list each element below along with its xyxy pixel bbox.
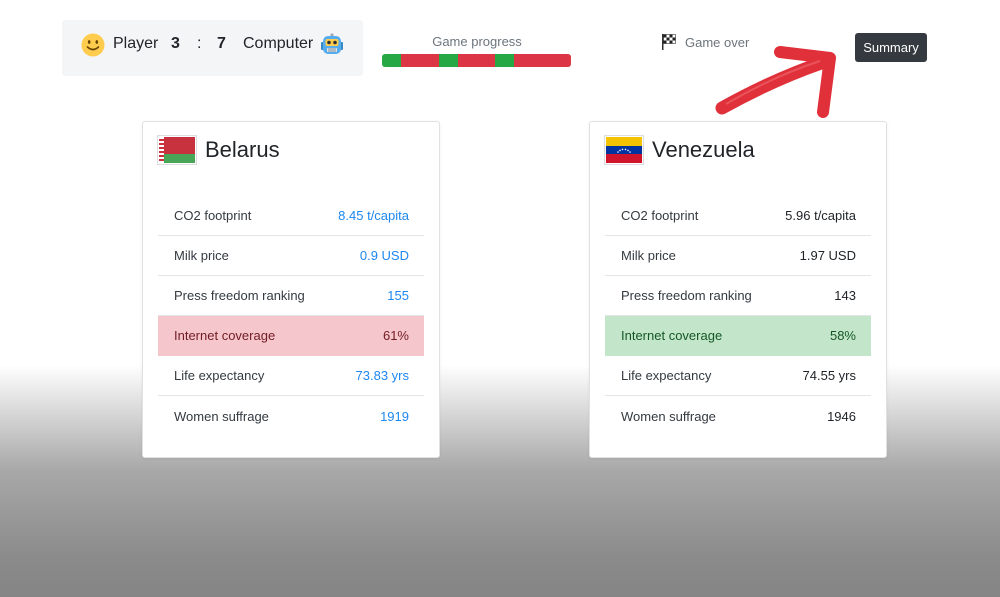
stat-value: 5.96 t/capita bbox=[785, 208, 856, 223]
stat-label: Milk price bbox=[621, 248, 676, 263]
stat-value: 155 bbox=[387, 288, 409, 303]
stat-row-life-expectancy: Life expectancy 74.55 yrs bbox=[605, 356, 871, 396]
stat-value: 58% bbox=[829, 328, 856, 343]
progress-segment-red bbox=[419, 54, 439, 67]
stat-value: 74.55 yrs bbox=[802, 368, 856, 383]
progress-segment-red bbox=[476, 54, 496, 67]
country-name: Venezuela bbox=[652, 137, 755, 162]
stat-value: 143 bbox=[834, 288, 856, 303]
stat-label: CO2 footprint bbox=[621, 208, 699, 223]
game-progress-bar bbox=[382, 54, 571, 67]
red-arrow-annotation bbox=[715, 46, 836, 118]
progress-segment-green bbox=[438, 54, 458, 67]
stat-row-life-expectancy: Life expectancy 73.83 yrs bbox=[158, 356, 424, 396]
score-separator: : bbox=[197, 35, 202, 52]
stat-row-press-freedom: Press freedom ranking 143 bbox=[605, 276, 871, 316]
summary-button[interactable]: Summary bbox=[855, 33, 927, 62]
stat-label: Life expectancy bbox=[621, 368, 712, 383]
stat-label: Women suffrage bbox=[174, 408, 269, 424]
stat-label: Internet coverage bbox=[621, 328, 723, 343]
stat-label: Women suffrage bbox=[621, 408, 716, 424]
progress-segment-red bbox=[514, 54, 534, 67]
player-label: Player bbox=[113, 35, 159, 52]
progress-segment-red bbox=[552, 54, 571, 67]
stat-value: 61% bbox=[382, 328, 409, 343]
progress-label: Game progress bbox=[432, 34, 522, 49]
venezuela-flag-icon bbox=[604, 135, 644, 165]
card-header: Belarus bbox=[157, 135, 280, 165]
computer-score: 7 bbox=[217, 35, 226, 52]
stat-value: 1.97 USD bbox=[799, 248, 856, 263]
stat-row-milk-price: Milk price 0.9 USD bbox=[158, 236, 424, 276]
progress-segment-green bbox=[495, 54, 515, 67]
stat-row-internet-coverage: Internet coverage 58% bbox=[605, 316, 871, 356]
stat-row-women-suffrage: Women suffrage 1946 bbox=[605, 396, 871, 436]
stats-list: CO2 footprint 5.96 t/capita Milk price 1.9… bbox=[605, 196, 871, 436]
stat-row-co2: CO2 footprint 8.45 t/capita bbox=[158, 196, 424, 236]
smiley-face-icon bbox=[81, 33, 105, 57]
stat-value: 1946 bbox=[827, 408, 856, 424]
card-header: Venezuela bbox=[604, 135, 755, 165]
stat-value: 1919 bbox=[380, 408, 409, 424]
checkered-flag-icon bbox=[662, 34, 676, 50]
stat-value: 0.9 USD bbox=[359, 248, 409, 263]
stat-row-internet-coverage: Internet coverage 61% bbox=[158, 316, 424, 356]
stat-row-press-freedom: Press freedom ranking 155 bbox=[158, 276, 424, 316]
stat-row-co2: CO2 footprint 5.96 t/capita bbox=[605, 196, 871, 236]
stat-row-women-suffrage: Women suffrage 1919 bbox=[158, 396, 424, 436]
stat-label: Internet coverage bbox=[174, 328, 276, 343]
stat-row-milk-price: Milk price 1.97 USD bbox=[605, 236, 871, 276]
stat-label: Press freedom ranking bbox=[621, 288, 752, 303]
progress-segment-red bbox=[457, 54, 477, 67]
country-card-venezuela[interactable]: Venezuela CO2 footprint 5.96 t/capita Mil… bbox=[589, 121, 887, 458]
progress-segment-green bbox=[382, 54, 401, 67]
stat-label: Milk price bbox=[174, 248, 229, 263]
stats-list: CO2 footprint 8.45 t/capita Milk price 0.9… bbox=[158, 196, 424, 436]
player-score: 3 bbox=[171, 35, 180, 52]
stat-value: 8.45 t/capita bbox=[338, 208, 409, 223]
scoreboard bbox=[62, 20, 363, 76]
country-name: Belarus bbox=[205, 137, 280, 162]
robot-icon bbox=[320, 33, 344, 57]
computer-label: Computer bbox=[243, 35, 314, 52]
stat-label: CO2 footprint bbox=[174, 208, 252, 223]
progress-segment-red bbox=[533, 54, 553, 67]
progress-segment-red bbox=[400, 54, 420, 67]
stat-label: Press freedom ranking bbox=[174, 288, 305, 303]
belarus-flag-icon bbox=[157, 135, 197, 165]
country-card-belarus[interactable]: Belarus CO2 footprint 8.45 t/capita Milk … bbox=[142, 121, 440, 458]
stat-value: 73.83 yrs bbox=[355, 368, 409, 383]
stat-label: Life expectancy bbox=[174, 368, 265, 383]
